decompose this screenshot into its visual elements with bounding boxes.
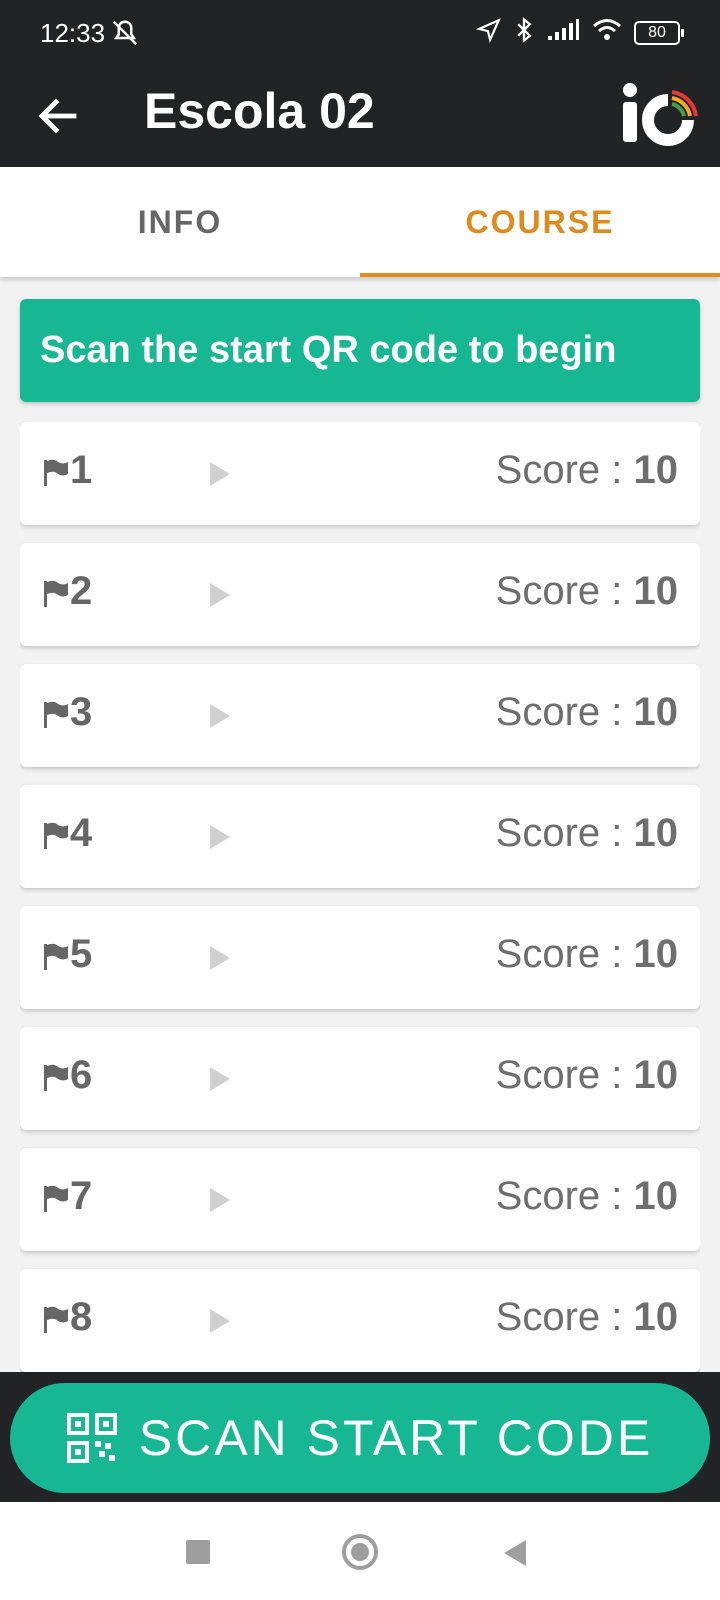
play-icon[interactable] bbox=[210, 583, 230, 607]
checkpoint-row[interactable]: 5 Score : 10 bbox=[20, 906, 700, 1009]
checkpoint-number: 2 bbox=[70, 569, 93, 613]
checkpoint-row[interactable]: 4 Score : 10 bbox=[20, 785, 700, 888]
tab-indicator bbox=[360, 273, 720, 277]
flag-icon bbox=[42, 1305, 70, 1335]
score-value: 10 bbox=[633, 569, 679, 613]
checkpoint-row[interactable]: 2 Score : 10 bbox=[20, 543, 700, 646]
score-value: 10 bbox=[633, 1174, 679, 1218]
qr-code-icon bbox=[66, 1413, 117, 1463]
checkpoint-score: Score : 10 bbox=[496, 690, 678, 735]
flag-icon bbox=[42, 821, 70, 851]
bluetooth-icon bbox=[514, 16, 534, 49]
back-arrow-icon[interactable] bbox=[34, 92, 82, 140]
play-icon[interactable] bbox=[210, 946, 230, 970]
scan-button-label: SCAN START CODE bbox=[138, 1410, 654, 1466]
wifi-icon bbox=[592, 18, 622, 47]
status-icons: 80 bbox=[475, 16, 684, 49]
checkpoint-score: Score : 10 bbox=[496, 448, 678, 493]
score-value: 10 bbox=[633, 811, 679, 855]
checkpoint-number: 7 bbox=[70, 1174, 93, 1218]
notifications-off-icon bbox=[110, 18, 140, 53]
play-icon[interactable] bbox=[210, 1188, 230, 1212]
location-arrow-icon bbox=[475, 17, 502, 48]
status-bar: 12:33 80 bbox=[0, 0, 720, 70]
checkpoint-row[interactable]: 8 Score : 10 bbox=[20, 1269, 700, 1372]
flag-icon bbox=[42, 458, 70, 488]
score-value: 10 bbox=[633, 690, 679, 734]
tab-bar: INFO COURSE bbox=[0, 167, 720, 277]
checkpoint-row[interactable]: 3 Score : 10 bbox=[20, 664, 700, 767]
status-time: 12:33 bbox=[40, 18, 106, 48]
bottom-action-bar: SCAN START CODE bbox=[0, 1372, 720, 1502]
score-label: Score : bbox=[495, 932, 623, 976]
score-label: Score : bbox=[495, 690, 623, 734]
checkpoint-score: Score : 10 bbox=[496, 569, 678, 614]
flag-icon bbox=[42, 942, 70, 972]
signal-icon bbox=[546, 18, 580, 47]
score-label: Score : bbox=[495, 569, 623, 613]
tab-info[interactable]: INFO bbox=[0, 167, 360, 277]
score-value: 10 bbox=[633, 448, 679, 492]
checkpoint-number: 5 bbox=[70, 932, 93, 976]
play-icon[interactable] bbox=[210, 704, 230, 728]
checkpoint-score: Score : 10 bbox=[496, 811, 678, 856]
score-value: 10 bbox=[633, 1295, 679, 1339]
checkpoint-score: Score : 10 bbox=[496, 1053, 678, 1098]
checkpoint-number: 6 bbox=[70, 1053, 93, 1097]
play-icon[interactable] bbox=[210, 462, 230, 486]
score-value: 10 bbox=[633, 1053, 679, 1097]
play-icon[interactable] bbox=[210, 1067, 230, 1091]
checkpoint-number: 1 bbox=[70, 448, 93, 492]
checkpoint-number: 4 bbox=[70, 811, 93, 855]
tab-course[interactable]: COURSE bbox=[360, 167, 720, 277]
checkpoint-row[interactable]: 7 Score : 10 bbox=[20, 1148, 700, 1251]
app-logo bbox=[616, 76, 702, 148]
system-navigation-bar bbox=[0, 1502, 720, 1600]
checkpoint-number: 3 bbox=[70, 690, 93, 734]
scan-start-code-button[interactable]: SCAN START CODE bbox=[10, 1383, 710, 1493]
instruction-banner: Scan the start QR code to begin bbox=[20, 299, 700, 402]
play-icon[interactable] bbox=[210, 825, 230, 849]
checkpoint-score: Score : 10 bbox=[496, 932, 678, 977]
score-value: 10 bbox=[633, 932, 679, 976]
score-label: Score : bbox=[495, 811, 623, 855]
flag-icon bbox=[42, 579, 70, 609]
flag-icon bbox=[42, 700, 70, 730]
flag-icon bbox=[42, 1184, 70, 1214]
back-triangle-icon[interactable] bbox=[504, 1540, 526, 1566]
checkpoint-number: 8 bbox=[70, 1295, 93, 1339]
play-icon[interactable] bbox=[210, 1309, 230, 1333]
score-label: Score : bbox=[495, 1053, 623, 1097]
checkpoint-score: Score : 10 bbox=[496, 1174, 678, 1219]
home-icon[interactable] bbox=[342, 1534, 378, 1570]
flag-icon bbox=[42, 1063, 70, 1093]
page-title: Escola 02 bbox=[144, 83, 375, 139]
app-bar: Escola 02 bbox=[0, 70, 720, 167]
checkpoint-row[interactable]: 1 Score : 10 bbox=[20, 422, 700, 525]
checkpoint-score: Score : 10 bbox=[496, 1295, 678, 1340]
checkpoint-row[interactable]: 6 Score : 10 bbox=[20, 1027, 700, 1130]
recent-apps-icon[interactable] bbox=[186, 1540, 210, 1564]
checkpoint-list[interactable]: 1 Score : 10 2 Score : 10 3 Score : 10 4… bbox=[20, 422, 700, 1372]
battery-icon: 80 bbox=[634, 20, 684, 45]
score-label: Score : bbox=[495, 1295, 623, 1339]
score-label: Score : bbox=[495, 1174, 623, 1218]
score-label: Score : bbox=[495, 448, 623, 492]
